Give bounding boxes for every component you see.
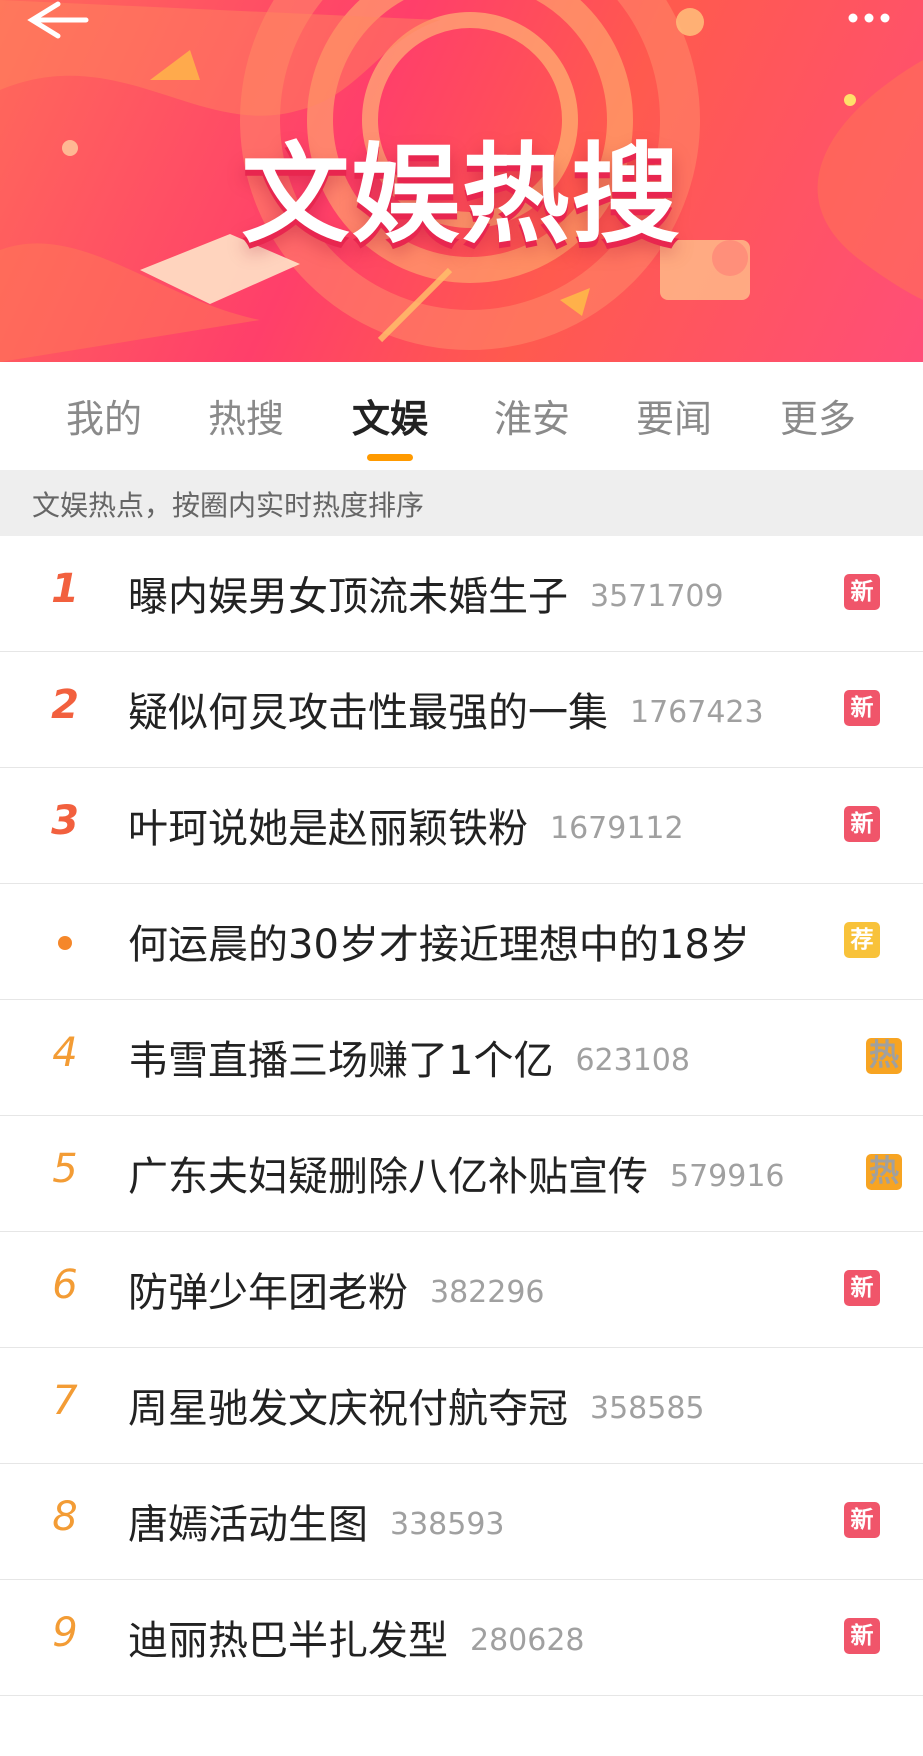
rank-number: 4 bbox=[52, 1030, 78, 1076]
item-title: 何运晨的30岁才接近理想中的18岁 bbox=[128, 922, 750, 968]
rank-number: 5 bbox=[52, 1146, 78, 1192]
item-title: 疑似何炅攻击性最强的一集 bbox=[128, 690, 608, 736]
hot-value: 382296 bbox=[430, 1275, 545, 1310]
hot-value: 358585 bbox=[590, 1391, 705, 1426]
list-item[interactable]: 2 疑似何炅攻击性最强的一集 1767423 新 bbox=[0, 652, 923, 768]
subtitle-bar: 文娱热点，按圈内实时热度排序 bbox=[0, 470, 923, 536]
list-item-promoted[interactable]: 何运晨的30岁才接近理想中的18岁 荐 bbox=[0, 884, 923, 1000]
rank-number: 1 bbox=[51, 566, 79, 612]
hot-value: 280628 bbox=[470, 1623, 585, 1658]
hot-value: 1679112 bbox=[550, 811, 684, 846]
active-tab-indicator bbox=[367, 454, 413, 461]
item-title: 迪丽热巴半扎发型 bbox=[128, 1618, 448, 1664]
new-badge: 新 bbox=[844, 806, 880, 842]
new-badge: 新 bbox=[844, 1618, 880, 1654]
list-item[interactable]: 7 周星驰发文庆祝付航夺冠 358585 bbox=[0, 1348, 923, 1464]
list-item[interactable]: 3 叶珂说她是赵丽颖铁粉 1679112 新 bbox=[0, 768, 923, 884]
back-button[interactable] bbox=[24, 0, 94, 44]
rank-number: 8 bbox=[52, 1494, 78, 1540]
new-badge: 新 bbox=[844, 690, 880, 726]
list-item[interactable]: 4 韦雪直播三场赚了1个亿 623108 热 bbox=[0, 1000, 923, 1116]
hot-value: 579916 bbox=[670, 1159, 785, 1194]
recommend-badge: 荐 bbox=[844, 922, 880, 958]
new-badge: 新 bbox=[844, 1270, 880, 1306]
banner: 文娱热搜 bbox=[0, 0, 923, 362]
item-title: 曝内娱男女顶流未婚生子 bbox=[128, 574, 568, 620]
hot-value: 3571709 bbox=[590, 579, 724, 614]
hot-value: 338593 bbox=[390, 1507, 505, 1542]
rank-number: 7 bbox=[52, 1378, 78, 1424]
rank-number: 6 bbox=[52, 1262, 78, 1308]
rank-number: 3 bbox=[51, 798, 79, 844]
tab-headlines[interactable]: 要闻 bbox=[614, 388, 734, 448]
list-item[interactable]: 9 迪丽热巴半扎发型 280628 新 bbox=[0, 1580, 923, 1696]
hot-badge: 热 bbox=[866, 1038, 902, 1074]
hot-value: 1767423 bbox=[630, 695, 764, 730]
list-item[interactable]: 8 唐嫣活动生图 338593 新 bbox=[0, 1464, 923, 1580]
hot-value: 623108 bbox=[575, 1043, 690, 1078]
new-badge: 新 bbox=[844, 574, 880, 610]
arrow-left-icon bbox=[27, 1, 89, 39]
tab-bar: 我的 热搜 文娱 淮安 要闻 更多 bbox=[0, 362, 923, 470]
item-title: 周星驰发文庆祝付航夺冠 bbox=[128, 1386, 568, 1432]
item-title: 唐嫣活动生图 bbox=[128, 1502, 368, 1548]
rank-number: 9 bbox=[52, 1610, 78, 1656]
list-item[interactable]: 1 曝内娱男女顶流未婚生子 3571709 新 bbox=[0, 536, 923, 652]
rank-number: 2 bbox=[51, 682, 79, 728]
promoted-dot-icon bbox=[58, 936, 72, 950]
list-item-partial[interactable] bbox=[0, 1696, 923, 1756]
subtitle-text: 文娱热点，按圈内实时热度排序 bbox=[32, 489, 425, 522]
hot-list: 1 曝内娱男女顶流未婚生子 3571709 新 2 疑似何炅攻击性最强的一集 176… bbox=[0, 536, 923, 1756]
item-title: 韦雪直播三场赚了1个亿 bbox=[128, 1038, 554, 1084]
more-button[interactable] bbox=[833, 6, 903, 36]
hot-badge: 热 bbox=[866, 1154, 902, 1190]
tab-huaian[interactable]: 淮安 bbox=[472, 388, 592, 448]
list-item[interactable]: 6 防弹少年团老粉 382296 新 bbox=[0, 1232, 923, 1348]
tab-entertainment[interactable]: 文娱 bbox=[330, 388, 450, 448]
new-badge: 新 bbox=[844, 1502, 880, 1538]
item-title: 广东夫妇疑删除八亿补贴宣传 bbox=[128, 1154, 648, 1200]
tab-hot-search[interactable]: 热搜 bbox=[186, 388, 306, 448]
item-title: 防弹少年团老粉 bbox=[128, 1270, 408, 1316]
tab-mine[interactable]: 我的 bbox=[44, 388, 164, 448]
item-title: 叶珂说她是赵丽颖铁粉 bbox=[128, 806, 528, 852]
more-dots-icon bbox=[848, 13, 890, 23]
tab-more[interactable]: 更多 bbox=[758, 388, 878, 448]
list-item[interactable]: 5 广东夫妇疑删除八亿补贴宣传 579916 热 bbox=[0, 1116, 923, 1232]
banner-title: 文娱热搜 bbox=[241, 133, 682, 258]
